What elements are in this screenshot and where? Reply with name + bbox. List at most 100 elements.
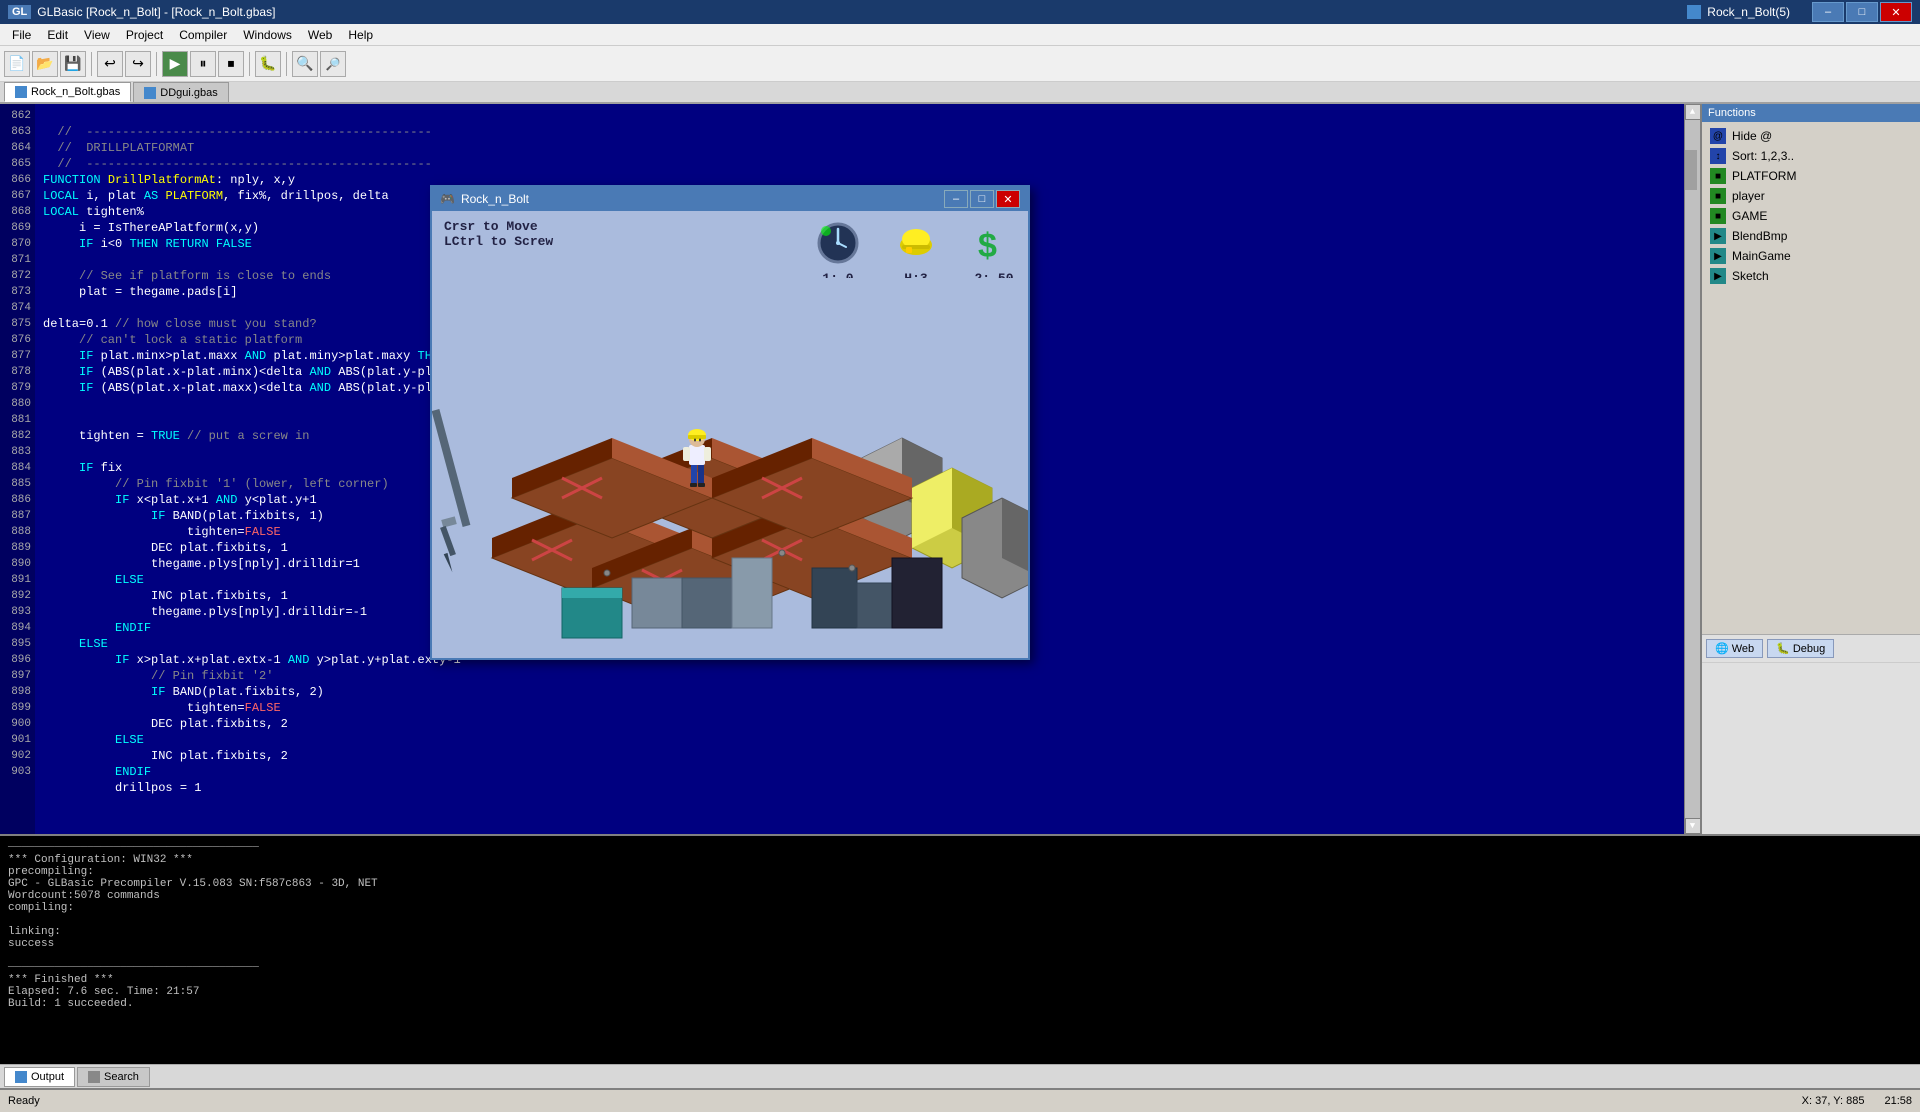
game-close-button[interactable]: ✕ [996,190,1020,208]
output-tab-icon [15,1071,27,1083]
debug-tab-button[interactable]: 🐛 Debug [1767,639,1834,658]
status-bar: Ready X: 37, Y: 885 21:58 [0,1088,1920,1112]
tab-icon-2 [144,87,156,99]
game-instructions: Crsr to Move LCtrl to Screw [432,211,565,257]
menu-item-web[interactable]: Web [300,26,340,44]
web-tab-button[interactable]: 🌐 Web [1706,639,1763,658]
right-panel: Functions @ Hide @ ↕ Sort: 1,2,3.. ■ PLA… [1700,104,1920,834]
build-button[interactable]: ▶ [162,51,188,77]
zoom-in-button[interactable]: 🔍 [292,51,318,77]
app-logo: GL [8,5,31,19]
panel-item-sketch-label: Sketch [1732,269,1769,283]
helmet-icon [892,219,940,267]
panel-item-hide[interactable]: @ Hide @ [1706,126,1916,146]
panel-item-platform[interactable]: ■ PLATFORM [1706,166,1916,186]
scroll-up-arrow[interactable]: ▲ [1685,104,1701,120]
panel-icon-sketch: ▶ [1710,268,1726,284]
output-line-3: GPC - GLBasic Precompiler V.15.083 SN:f5… [8,878,1912,890]
tab-label-2: DDgui.gbas [160,87,217,99]
game-title-bar-buttons: – □ ✕ [944,190,1020,208]
game-title-bar[interactable]: 🎮 Rock_n_Bolt – □ ✕ [432,187,1028,211]
save-button[interactable]: 💾 [60,51,86,77]
menu-item-windows[interactable]: Windows [235,26,300,44]
output-line-2: precompiling: [8,866,1912,878]
output-line-separator2: ────────────────────────────────────── [8,962,1912,974]
menu-item-file[interactable]: File [4,26,39,44]
panel-item-platform-label: PLATFORM [1732,169,1796,183]
menu-item-help[interactable]: Help [340,26,381,44]
panel-icon-sort: ↕ [1710,148,1726,164]
scroll-thumb[interactable] [1685,150,1697,190]
output-tab[interactable]: Output [4,1067,75,1087]
output-line-11: Elapsed: 7.6 sec. Time: 21:57 [8,986,1912,998]
line-numbers: 862 863 864 865 866 867 868 869 870 871 … [0,104,35,834]
panel-icon-player: ■ [1710,188,1726,204]
redo-button[interactable]: ↪ [125,51,151,77]
right-panel-bottom-tabs: 🌐 Web 🐛 Debug [1702,635,1920,663]
pause-button[interactable]: ⏸ [190,51,216,77]
title-bar: GL GLBasic [Rock_n_Bolt] - [Rock_n_Bolt.… [0,0,1920,24]
tab-bar: Rock_n_Bolt.gbas DDgui.gbas [0,82,1920,104]
panel-item-sort[interactable]: ↕ Sort: 1,2,3.. [1706,146,1916,166]
game-maximize-button[interactable]: □ [970,190,994,208]
minimize-button[interactable]: – [1812,2,1844,22]
menu-item-project[interactable]: Project [118,26,171,44]
game-title-icon: 🎮 [440,192,455,206]
panel-item-player[interactable]: ■ player [1706,186,1916,206]
output-line-8: success [8,938,1912,950]
output-tab-label: Output [31,1071,64,1083]
active-window-icon [1687,5,1701,19]
close-button[interactable]: ✕ [1880,2,1912,22]
active-window-title: Rock_n_Bolt(5) [1707,5,1790,19]
panel-item-maingame[interactable]: ▶ MainGame [1706,246,1916,266]
output-line-4: Wordcount:5078 commands [8,890,1912,902]
output-line-7: linking: [8,926,1912,938]
debug-icon: 🐛 [1776,642,1790,655]
stop-button[interactable]: ⏹ [218,51,244,77]
panel-item-hide-label: Hide @ [1732,129,1772,143]
game-title-text: Rock_n_Bolt [461,192,529,206]
svg-text:$: $ [978,227,997,265]
game-minimize-button[interactable]: – [944,190,968,208]
toolbar: 📄 📂 💾 ↩ ↪ ▶ ⏸ ⏹ 🐛 🔍 🔎 [0,46,1920,82]
toolbar-separator-1 [91,52,92,76]
undo-button[interactable]: ↩ [97,51,123,77]
game-title-left: 🎮 Rock_n_Bolt [440,192,529,206]
tab-icon-1 [15,86,27,98]
tab-rock-n-bolt[interactable]: Rock_n_Bolt.gbas [4,82,131,102]
web-label: Web [1732,643,1754,655]
panel-icon-game: ■ [1710,208,1726,224]
debug-button[interactable]: 🐛 [255,51,281,77]
panel-item-game-label: GAME [1732,209,1767,223]
stat-health: H:3 [892,219,940,286]
status-bar-right: X: 37, Y: 885 21:58 [1802,1095,1912,1107]
panel-item-sketch[interactable]: ▶ Sketch [1706,266,1916,286]
toolbar-separator-2 [156,52,157,76]
output-line-1: *** Configuration: WIN32 *** [8,854,1912,866]
menu-item-compiler[interactable]: Compiler [171,26,235,44]
right-panel-title: Functions [1708,107,1756,119]
open-button[interactable]: 📂 [32,51,58,77]
game-scene-svg [432,278,1028,658]
output-line-5: compiling: [8,902,1912,914]
panel-icon-maingame: ▶ [1710,248,1726,264]
toolbar-separator-4 [286,52,287,76]
menu-item-view[interactable]: View [76,26,118,44]
right-panel-bottom: 🌐 Web 🐛 Debug [1702,634,1920,834]
panel-item-game[interactable]: ■ GAME [1706,206,1916,226]
stat-money: $ 2: 50 [970,219,1018,286]
game-stats: 1: 0 H:3 [814,219,1018,286]
tab-label-1: Rock_n_Bolt.gbas [31,86,120,98]
search-tab[interactable]: Search [77,1067,150,1087]
maximize-button[interactable]: □ [1846,2,1878,22]
status-time: 21:58 [1884,1095,1912,1107]
zoom-out-button[interactable]: 🔎 [320,51,346,77]
toolbar-separator-3 [249,52,250,76]
tab-ddgui[interactable]: DDgui.gbas [133,82,228,102]
new-button[interactable]: 📄 [4,51,30,77]
search-tab-icon [88,1071,100,1083]
editor-scrollbar[interactable]: ▲ ▼ [1684,104,1700,834]
menu-item-edit[interactable]: Edit [39,26,76,44]
panel-item-blendbmp[interactable]: ▶ BlendBmp [1706,226,1916,246]
scroll-down-arrow[interactable]: ▼ [1685,818,1701,834]
